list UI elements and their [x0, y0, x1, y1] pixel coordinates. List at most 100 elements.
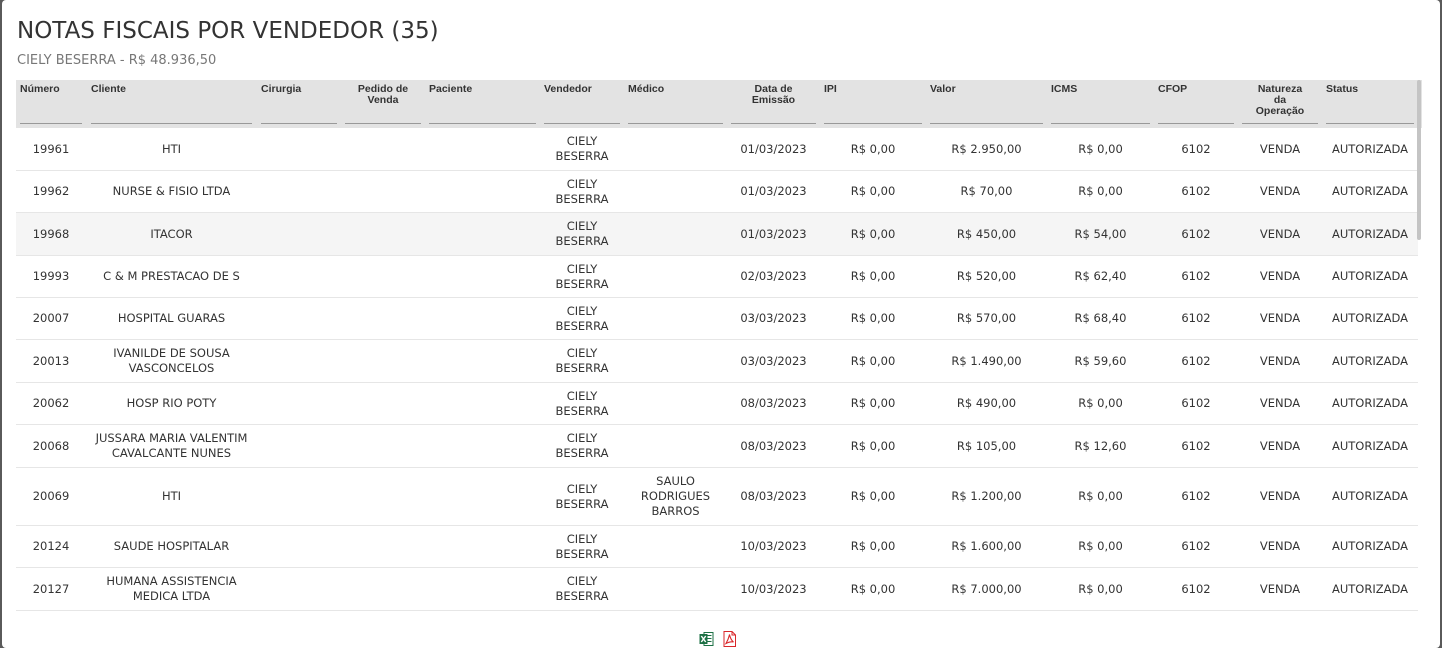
cell-vendedor: CIELY BESERRA — [555, 219, 609, 248]
cell-cliente: ITACOR — [150, 226, 193, 241]
cell-natureza-da-operacao: VENDA — [1259, 539, 1301, 553]
cell-cliente: IVANILDE DE SOUSA VASCONCELOS — [113, 346, 230, 375]
column-filter-input[interactable] — [824, 123, 922, 124]
column-header-natureza-da-operacao[interactable]: Natureza da Operação — [1238, 80, 1322, 128]
pdf-export-icon[interactable] — [722, 631, 737, 647]
column-header-numero[interactable]: Número — [16, 80, 86, 128]
column-filter-input[interactable] — [1158, 123, 1234, 124]
cell-natureza-da-operacao: VENDA — [1259, 269, 1301, 283]
column-header-pedido-de-venda[interactable]: Pedido de Venda — [341, 80, 425, 128]
column-filter-input[interactable] — [731, 123, 816, 124]
column-header-cliente[interactable]: Cliente — [87, 80, 256, 128]
cell-icms: R$ 0,00 — [1078, 539, 1123, 553]
column-filter-input[interactable] — [1242, 123, 1318, 124]
cell-cfop: 6102 — [1181, 539, 1211, 553]
cell-cirurgia — [257, 171, 341, 212]
cell-vendedor: CIELY BESERRA — [555, 176, 609, 206]
cell-valor: R$ 1.600,00 — [951, 539, 1022, 553]
table-row[interactable]: 19968 ITACOR CIELY BESERRA 01/03/2023 R$ 0,0… — [16, 213, 1418, 256]
modal-subtitle: CIELY BESERRA - R$ 48.936,50 — [17, 53, 217, 68]
column-header-label: Pedido de Venda — [357, 83, 409, 106]
cell-cfop: 6102 — [1181, 396, 1211, 410]
cell-data-de-emissao: 08/03/2023 — [740, 438, 807, 453]
column-header-cfop[interactable]: CFOP — [1154, 80, 1238, 128]
excel-export-icon[interactable] — [699, 631, 714, 647]
column-header-medico[interactable]: Médico — [624, 80, 727, 128]
cell-cliente: HTI — [161, 489, 182, 503]
column-header-label: Natureza da Operação — [1255, 83, 1305, 117]
cell-numero: 20124 — [32, 539, 70, 553]
cell-cliente: JUSSARA MARIA VALENTIM CAVALCANTE NUNES — [95, 431, 248, 460]
cell-icms: R$ 0,00 — [1078, 581, 1123, 596]
column-header-vendedor[interactable]: Vendedor — [540, 80, 624, 128]
invoice-grid: Número Cliente Cirurgia Pedido de Venda Paci… — [16, 80, 1422, 613]
cell-cirurgia — [257, 128, 341, 170]
cell-data-de-emissao: 08/03/2023 — [740, 489, 807, 503]
cell-paciente — [425, 468, 540, 525]
table-row[interactable]: 20068 JUSSARA MARIA VALENTIM CAVALCANTE N… — [16, 425, 1418, 468]
cell-paciente — [425, 340, 540, 382]
cell-ipi: R$ 0,00 — [850, 539, 896, 553]
cell-status: AUTORIZADA — [1331, 539, 1408, 553]
cell-icms: R$ 12,60 — [1074, 438, 1127, 453]
scrollbar-thumb[interactable] — [1417, 80, 1421, 240]
cell-cfop: 6102 — [1181, 353, 1211, 368]
cell-data-de-emissao: 10/03/2023 — [740, 539, 807, 553]
column-header-icms[interactable]: ICMS — [1047, 80, 1154, 128]
cell-cfop: 6102 — [1181, 269, 1211, 283]
cell-numero: 20013 — [32, 353, 70, 368]
cell-cliente: HOSPITAL GUARAS — [117, 311, 226, 325]
column-header-valor[interactable]: Valor — [926, 80, 1047, 128]
cell-cliente: NURSE & FISIO LTDA — [112, 184, 231, 198]
table-row[interactable]: 20062 HOSP RIO POTY CIELY BESERRA 08/03/202… — [16, 383, 1418, 425]
column-filter-input[interactable] — [261, 123, 337, 124]
cell-paciente — [425, 213, 540, 255]
cell-icms: R$ 68,40 — [1074, 311, 1127, 325]
table-row[interactable]: 20127 HUMANA ASSISTENCIA MEDICA LTDA CIELY… — [16, 568, 1418, 611]
column-filter-input[interactable] — [1326, 123, 1414, 124]
column-filter-input[interactable] — [20, 123, 82, 124]
table-row[interactable]: 20069 HTI CIELY BESERRA SAULO RODRIGUES BAR… — [16, 468, 1418, 526]
cell-paciente — [425, 526, 540, 567]
column-filter-input[interactable] — [544, 123, 620, 124]
column-header-paciente[interactable]: Paciente — [425, 80, 540, 128]
cell-numero: 20068 — [32, 438, 70, 453]
cell-natureza-da-operacao: VENDA — [1259, 184, 1301, 198]
cell-medico: SAULO RODRIGUES BARROS — [640, 474, 711, 518]
cell-data-de-emissao: 08/03/2023 — [740, 396, 807, 410]
column-header-ipi[interactable]: IPI — [820, 80, 926, 128]
column-filter-input[interactable] — [91, 123, 252, 124]
cell-ipi: R$ 0,00 — [850, 396, 896, 410]
column-filter-input[interactable] — [628, 123, 723, 124]
cell-status: AUTORIZADA — [1331, 311, 1408, 325]
cell-valor: R$ 2.950,00 — [951, 141, 1022, 156]
cell-icms: R$ 62,40 — [1074, 269, 1127, 283]
table-row[interactable]: 20007 HOSPITAL GUARAS CIELY BESERRA 03/03/2… — [16, 298, 1418, 340]
column-filter-input[interactable] — [930, 123, 1043, 124]
column-filter-input[interactable] — [429, 123, 536, 124]
cell-vendedor: CIELY BESERRA — [555, 261, 609, 291]
cell-cliente: HOSP RIO POTY — [126, 396, 217, 410]
cell-paciente — [425, 128, 540, 170]
cell-natureza-da-operacao: VENDA — [1259, 353, 1301, 368]
cell-icms: R$ 59,60 — [1074, 353, 1127, 368]
cell-icms: R$ 54,00 — [1074, 226, 1127, 241]
table-row[interactable]: 19993 C & M PRESTACAO DE S CIELY BESERRA 02… — [16, 256, 1418, 298]
grid-scrollbar[interactable] — [1417, 80, 1422, 613]
column-header-cirurgia[interactable]: Cirurgia — [257, 80, 341, 128]
cell-status: AUTORIZADA — [1331, 184, 1408, 198]
cell-cirurgia — [257, 425, 341, 467]
table-row[interactable]: 19962 NURSE & FISIO LTDA CIELY BESERRA 01/0… — [16, 171, 1418, 213]
column-filter-input[interactable] — [1051, 123, 1150, 124]
table-row[interactable]: 20124 SAUDE HOSPITALAR CIELY BESERRA 10/03/… — [16, 526, 1418, 568]
cell-cfop: 6102 — [1181, 489, 1211, 503]
cell-paciente — [425, 425, 540, 467]
column-header-data-de-emissao[interactable]: Data de Emissão — [727, 80, 820, 128]
cell-cirurgia — [257, 383, 341, 424]
column-header-label: Cirurgia — [261, 83, 302, 95]
table-row[interactable]: 19961 HTI CIELY BESERRA 01/03/2023 R$ 0,00 R$… — [16, 128, 1418, 171]
column-header-status[interactable]: Status — [1322, 80, 1418, 128]
column-filter-input[interactable] — [345, 123, 421, 124]
cell-pedido-de-venda — [341, 526, 425, 567]
table-row[interactable]: 20013 IVANILDE DE SOUSA VASCONCELOS CIELY … — [16, 340, 1418, 383]
